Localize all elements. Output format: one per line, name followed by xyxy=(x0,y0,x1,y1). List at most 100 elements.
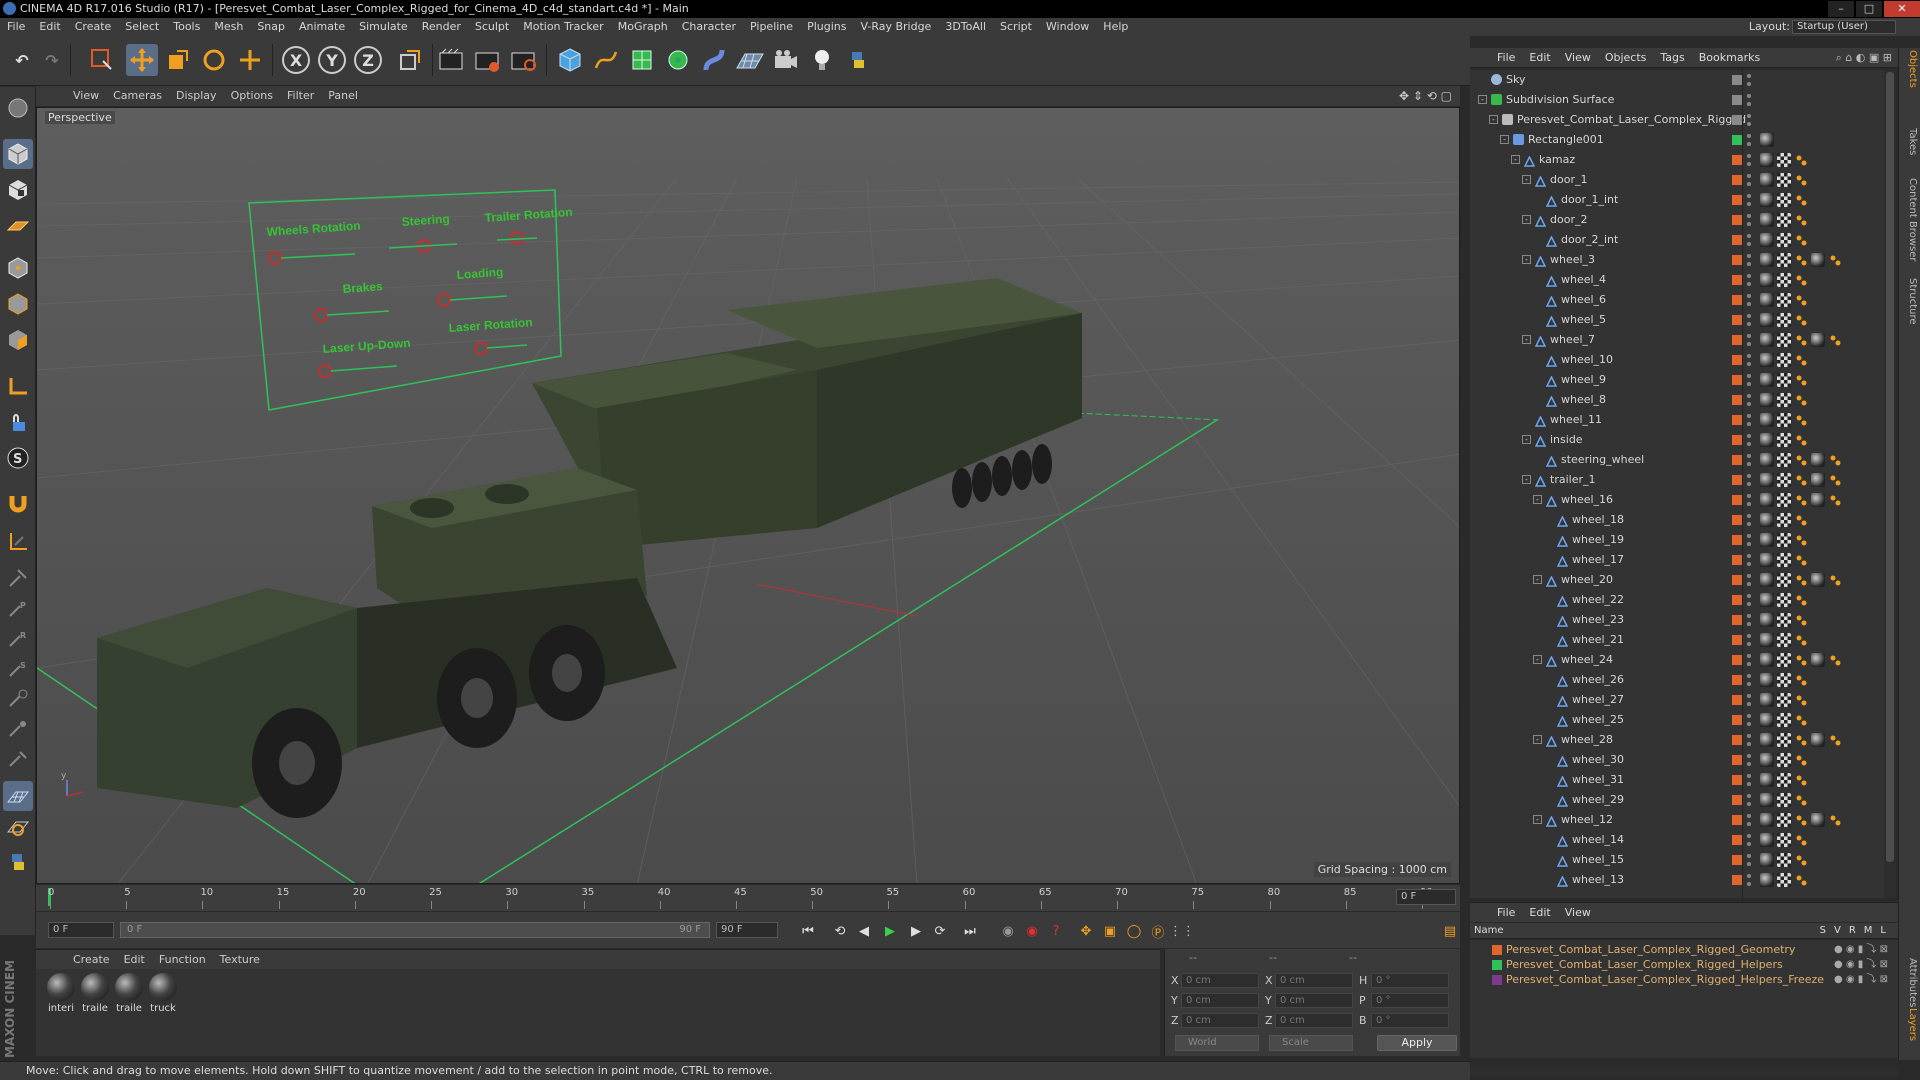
texture-tag-icon[interactable] xyxy=(1777,593,1791,607)
layer-color-swatch[interactable] xyxy=(1732,595,1742,605)
material-tag-icon[interactable] xyxy=(1760,153,1774,167)
expand-toggle-icon[interactable]: - xyxy=(1533,815,1542,824)
expression-tag-icon[interactable] xyxy=(1794,593,1808,607)
texture-tag-icon[interactable] xyxy=(1777,613,1791,627)
material-tag-icon[interactable] xyxy=(1811,573,1825,587)
size-mode-select[interactable]: Scale xyxy=(1269,1035,1353,1051)
object-row[interactable]: steering_wheel xyxy=(1470,450,1884,470)
layer-color-swatch[interactable] xyxy=(1732,395,1742,405)
coord-field-c[interactable]: 0 ° xyxy=(1371,973,1449,988)
texture-tag-icon[interactable] xyxy=(1777,653,1791,667)
scrollbar-thumb[interactable] xyxy=(1886,72,1894,862)
python-icon[interactable] xyxy=(842,44,874,76)
maximize-button[interactable]: □ xyxy=(1856,1,1882,17)
timeline-window-icon[interactable]: ▤ xyxy=(1438,921,1462,941)
expression-tag-icon[interactable] xyxy=(1794,713,1808,727)
object-row[interactable]: - wheel_24 xyxy=(1470,650,1884,670)
light-icon[interactable] xyxy=(806,44,838,76)
object-row[interactable]: wheel_11 xyxy=(1470,410,1884,430)
object-row[interactable]: wheel_31 xyxy=(1470,770,1884,790)
visibility-dots-icon[interactable] xyxy=(1746,93,1752,107)
texture-tag-icon[interactable] xyxy=(1777,793,1791,807)
quick-rotation-icon[interactable] xyxy=(3,811,33,841)
menu-file[interactable]: File xyxy=(0,18,32,36)
expression-tag-icon[interactable] xyxy=(1794,193,1808,207)
layer-color-swatch[interactable] xyxy=(1732,175,1742,185)
expression-tag-icon[interactable] xyxy=(1794,813,1808,827)
object-row[interactable]: wheel_23 xyxy=(1470,610,1884,630)
layer-color-swatch[interactable] xyxy=(1732,675,1742,685)
object-row[interactable]: - door_2 xyxy=(1470,210,1884,230)
expression-tag-icon[interactable] xyxy=(1794,873,1808,887)
material-tag-icon[interactable] xyxy=(1760,373,1774,387)
parameter-key-icon[interactable]: Ⓟ xyxy=(1146,921,1170,941)
layout-select[interactable]: Startup (User) xyxy=(1792,20,1896,34)
axis-mode-icon[interactable] xyxy=(3,371,33,401)
material-tag-icon[interactable] xyxy=(1760,773,1774,787)
expression-tag-icon[interactable] xyxy=(1794,653,1808,667)
menu-create[interactable]: Create xyxy=(68,18,119,36)
expression-tag-icon[interactable] xyxy=(1794,753,1808,767)
object-row[interactable]: wheel_10 xyxy=(1470,350,1884,370)
layer-flag-icons[interactable]: ● ◉ ▮ ⤵ ⊠ xyxy=(1834,957,1888,972)
menu-pipeline[interactable]: Pipeline xyxy=(743,18,800,36)
layer-color-swatch[interactable] xyxy=(1732,315,1742,325)
texture-mode-icon[interactable] xyxy=(3,175,33,205)
texture-tag-icon[interactable] xyxy=(1777,513,1791,527)
timeline-frame-field[interactable]: 0 F xyxy=(1396,889,1456,905)
layer-color-swatch[interactable] xyxy=(1732,635,1742,645)
frame-range-slider[interactable]: 0 F 90 F xyxy=(120,922,710,938)
coord-field-b[interactable]: 0 cm xyxy=(1275,993,1353,1008)
visibility-dots-icon[interactable] xyxy=(1746,213,1752,227)
sculpt-tool-icon[interactable]: S xyxy=(3,653,33,683)
material-tag-icon[interactable] xyxy=(1760,733,1774,747)
layer-color-swatch[interactable] xyxy=(1732,475,1742,485)
material-tag-icon[interactable] xyxy=(1760,253,1774,267)
apply-button[interactable]: Apply xyxy=(1377,1035,1457,1051)
paint-tool-icon[interactable]: P xyxy=(3,593,33,623)
material-tag-icon[interactable] xyxy=(1760,353,1774,367)
expression-tag-icon[interactable] xyxy=(1794,373,1808,387)
expression-tag-icon[interactable] xyxy=(1828,813,1842,827)
texture-tag-icon[interactable] xyxy=(1777,193,1791,207)
menu-v-ray-bridge[interactable]: V-Ray Bridge xyxy=(853,18,938,36)
material-menu-function[interactable]: Function xyxy=(152,950,213,970)
material-tag-icon[interactable] xyxy=(1760,713,1774,727)
expand-toggle-icon[interactable]: - xyxy=(1522,335,1531,344)
menu-mesh[interactable]: Mesh xyxy=(207,18,250,36)
expand-toggle-icon[interactable]: - xyxy=(1489,115,1498,124)
object-row[interactable]: wheel_18 xyxy=(1470,510,1884,530)
visibility-dots-icon[interactable] xyxy=(1746,473,1752,487)
material-menu-texture[interactable]: Texture xyxy=(213,950,267,970)
material-tag-icon[interactable] xyxy=(1760,573,1774,587)
expand-toggle-icon[interactable]: - xyxy=(1522,175,1531,184)
visibility-dots-icon[interactable] xyxy=(1746,813,1752,827)
object-row[interactable]: - Peresvet_Combat_Laser_Complex_Rigged xyxy=(1470,110,1884,130)
material-tag-icon[interactable] xyxy=(1760,613,1774,627)
side-tab-content-browser[interactable]: Content Browser xyxy=(1902,178,1918,261)
visibility-dots-icon[interactable] xyxy=(1746,253,1752,267)
visibility-dots-icon[interactable] xyxy=(1746,233,1752,247)
expand-toggle-icon[interactable]: - xyxy=(1500,135,1509,144)
material-tag-icon[interactable] xyxy=(1760,753,1774,767)
material-tag-icon[interactable] xyxy=(1760,393,1774,407)
material-tag-icon[interactable] xyxy=(1760,873,1774,887)
object-menu-view[interactable]: View xyxy=(1558,48,1598,68)
material-tag-icon[interactable] xyxy=(1760,273,1774,287)
material-tag-icon[interactable] xyxy=(1760,193,1774,207)
texture-tag-icon[interactable] xyxy=(1777,713,1791,727)
deformer-icon[interactable] xyxy=(698,44,730,76)
layer-color-swatch[interactable] xyxy=(1732,795,1742,805)
object-row[interactable]: wheel_25 xyxy=(1470,710,1884,730)
visibility-dots-icon[interactable] xyxy=(1746,673,1752,687)
material-swatch[interactable]: interi xyxy=(46,973,76,1014)
texture-tag-icon[interactable] xyxy=(1777,493,1791,507)
texture-tag-icon[interactable] xyxy=(1777,473,1791,487)
texture-tag-icon[interactable] xyxy=(1777,153,1791,167)
pose-tool-icon[interactable] xyxy=(3,683,33,713)
material-menu-create[interactable]: Create xyxy=(66,950,117,970)
layer-color-swatch[interactable] xyxy=(1732,115,1742,125)
expression-tag-icon[interactable] xyxy=(1794,733,1808,747)
material-tag-icon[interactable] xyxy=(1760,313,1774,327)
expression-tag-icon[interactable] xyxy=(1794,573,1808,587)
